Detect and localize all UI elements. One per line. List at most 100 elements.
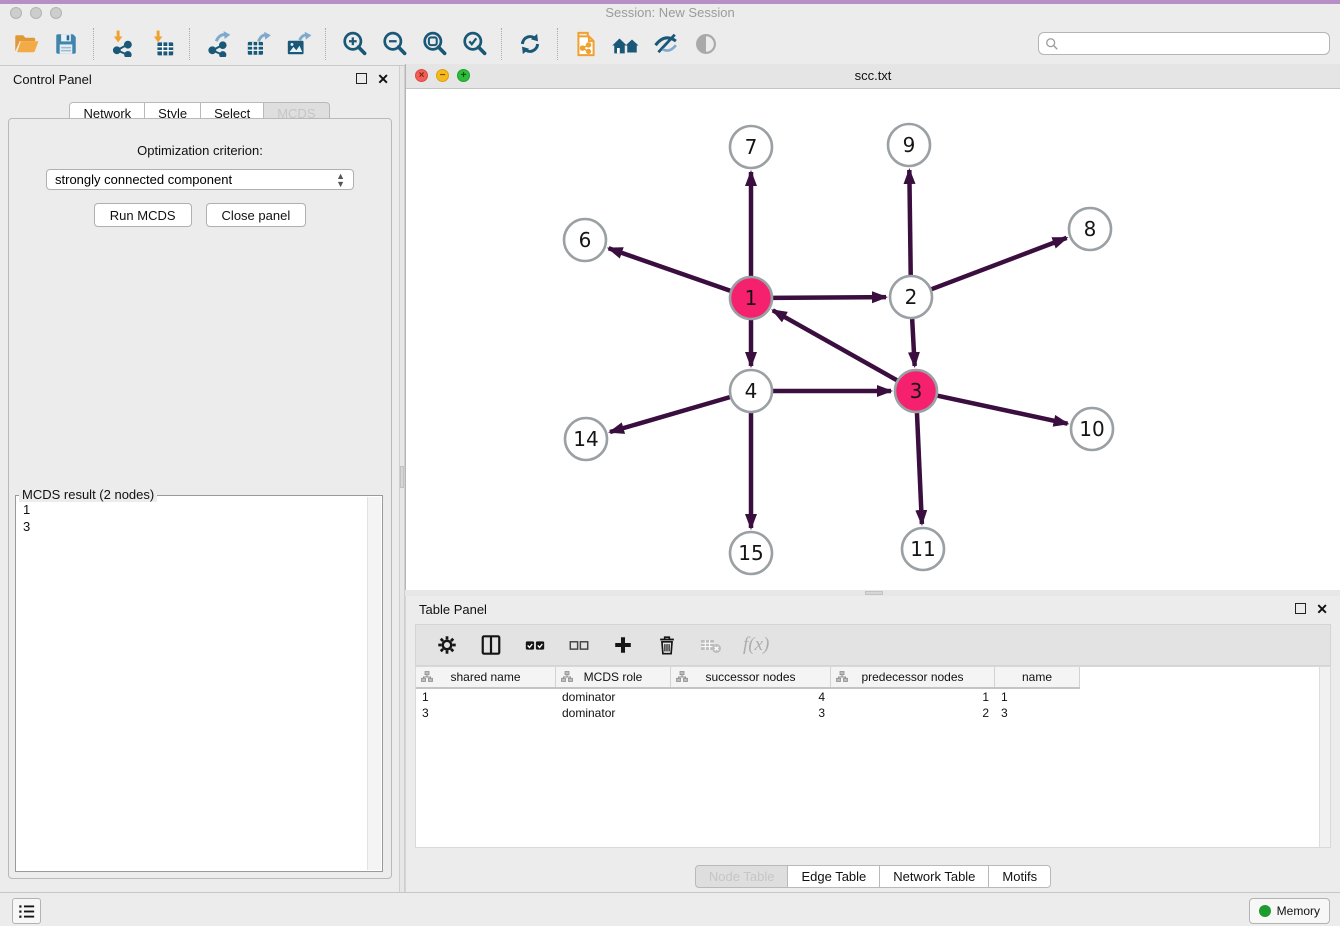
table-tab-edge-table[interactable]: Edge Table [788,865,880,888]
table-tab-node-table[interactable]: Node Table [695,865,789,888]
export-network-button[interactable] [198,25,238,63]
import-network-button[interactable] [102,25,142,63]
refresh-button[interactable] [510,25,550,63]
delete-table-button[interactable] [699,633,723,657]
table-cell[interactable]: 3 [995,705,1080,721]
float-panel-icon[interactable] [1295,603,1306,614]
zoom-out-icon [381,30,408,57]
table-cell[interactable]: 1 [416,689,556,705]
graph-node-label: 4 [745,379,758,403]
graph-edge-4-14[interactable] [610,397,730,432]
table-cell[interactable]: 3 [416,705,556,721]
column-header-successor-nodes[interactable]: successor nodes [671,667,831,687]
zoom-out-button[interactable] [374,25,414,63]
maximize-network-icon[interactable]: + [457,69,470,82]
control-panel: Control Panel ✕ NetworkStyleSelectMCDS O… [0,66,399,892]
zoom-selected-button[interactable] [454,25,494,63]
add-column-button[interactable] [611,633,635,657]
graph-edge-2-8[interactable] [932,238,1067,289]
export-table-icon [245,30,272,57]
column-header-shared-name[interactable]: shared name [416,667,556,687]
table-cell[interactable]: dominator [556,689,671,705]
graph-edge-3-1[interactable] [773,310,897,380]
table-scrollbar[interactable] [1319,667,1330,847]
float-panel-icon[interactable] [356,73,367,84]
delete-table-icon [699,633,723,657]
select-arrows-icon: ▲▼ [336,172,345,188]
close-panel-icon[interactable]: ✕ [1316,604,1328,614]
graph-edge-2-3[interactable] [912,319,915,366]
clone-network-button[interactable] [566,25,606,63]
column-header-MCDS-role[interactable]: MCDS role [556,667,671,687]
network-view-window: × − + scc.txt 1234678910111415 [405,64,1340,590]
application-window: Session: New Session [0,0,1340,926]
minimize-network-icon[interactable]: − [436,69,449,82]
export-image-button[interactable] [278,25,318,63]
export-table-button[interactable] [238,25,278,63]
network-window-titlebar[interactable]: × − + scc.txt [406,64,1340,89]
optimization-criterion-select[interactable]: strongly connected component ▲▼ [46,169,354,190]
close-network-icon[interactable]: × [415,69,428,82]
minimize-window-icon[interactable] [30,7,42,19]
table-tab-motifs[interactable]: Motifs [989,865,1051,888]
column-header-predecessor-nodes[interactable]: predecessor nodes [831,667,995,687]
maximize-window-icon[interactable] [50,7,62,19]
table-row[interactable]: 1dominator411 [416,689,1080,705]
table-cell[interactable]: 1 [831,689,995,705]
open-session-button[interactable] [6,25,46,63]
column-header-label: MCDS role [584,670,643,684]
refresh-icon [517,31,543,57]
splitter-grip[interactable] [865,591,883,595]
zoom-fit-button[interactable] [414,25,454,63]
network-canvas[interactable]: 1234678910111415 [406,89,1340,590]
column-type-icon [561,671,573,682]
network-graph[interactable]: 1234678910111415 [406,89,1340,590]
graph-node-label: 1 [745,286,758,310]
table-cell[interactable]: 1 [995,689,1080,705]
table-cell[interactable]: 2 [831,705,995,721]
search-input[interactable] [1059,34,1329,54]
result-scrollbar[interactable] [367,497,381,870]
toolbar-separator [557,28,559,60]
save-session-button[interactable] [46,25,86,63]
table-body: 1dominator4113dominator323 [416,689,1330,721]
mcds-result-list[interactable]: 13 [16,496,382,540]
select-all-button[interactable] [523,633,547,657]
close-panel-icon[interactable]: ✕ [377,74,389,84]
table-cell[interactable]: dominator [556,705,671,721]
mcds-result-box: MCDS result (2 nodes) 13 [15,495,383,872]
table-tab-network-table[interactable]: Network Table [880,865,989,888]
unselect-all-button[interactable] [567,633,591,657]
column-header-label: name [1022,670,1052,684]
memory-button[interactable]: Memory [1249,898,1330,924]
zoom-in-button[interactable] [334,25,374,63]
graph-edge-2-9[interactable] [909,170,910,275]
graph-edge-3-11[interactable] [917,413,922,524]
toolbar-separator [189,28,191,60]
table-options-button[interactable] [435,633,459,657]
close-window-icon[interactable] [10,7,22,19]
run-mcds-button[interactable]: Run MCDS [94,203,192,227]
table-cell[interactable]: 3 [671,705,831,721]
zoom-selected-icon [461,30,488,57]
table-row[interactable]: 3dominator323 [416,705,1080,721]
show-columns-button[interactable] [479,633,503,657]
column-header-label: successor nodes [705,670,795,684]
graph-node-label: 9 [903,133,916,157]
table-cell[interactable]: 4 [671,689,831,705]
graph-edge-1-2[interactable] [773,297,886,298]
search-field[interactable] [1038,32,1330,55]
import-table-button[interactable] [142,25,182,63]
close-panel-button[interactable]: Close panel [206,203,307,227]
graph-edge-3-10[interactable] [938,396,1068,424]
column-header-name[interactable]: name [995,667,1080,687]
delete-column-button[interactable] [655,633,679,657]
show-hide-graphics-button[interactable] [686,25,726,63]
apply-style-button[interactable] [646,25,686,63]
graph-node-label: 14 [573,427,598,451]
function-builder-button[interactable]: f(x) [743,633,769,657]
splitter-grip[interactable] [400,466,404,488]
task-history-button[interactable] [12,898,41,924]
home-button[interactable] [606,25,646,63]
graph-edge-1-6[interactable] [609,248,731,290]
